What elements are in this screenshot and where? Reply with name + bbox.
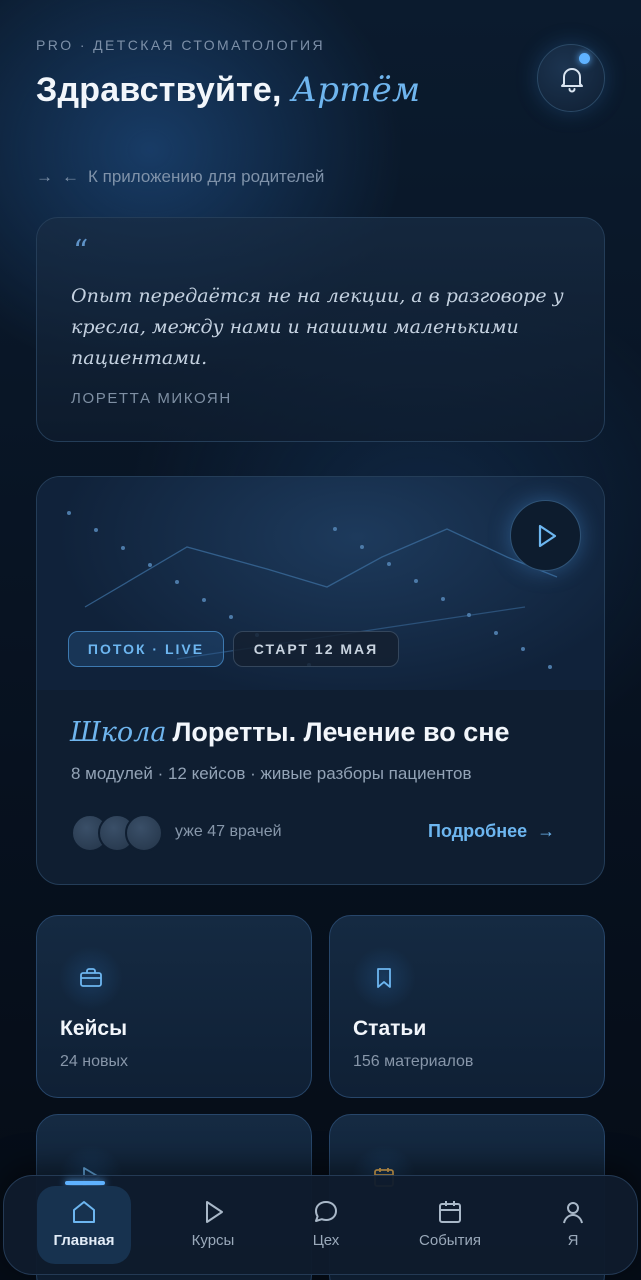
nav-item-workshop[interactable]: Цех — [279, 1186, 373, 1264]
nav-label: События — [419, 1232, 481, 1249]
live-badge: ПОТОК · LIVE — [68, 631, 224, 667]
tile-cases[interactable]: Кейсы 24 новых — [36, 915, 312, 1098]
parent-app-link[interactable]: → ← К приложению для родителей — [36, 167, 324, 187]
nav-item-courses[interactable]: Курсы — [166, 1186, 260, 1264]
header-eyebrow: PRO · ДЕТСКАЯ СТОМАТОЛОГИЯ — [36, 37, 326, 53]
nav-label: Главная — [53, 1232, 115, 1249]
tile-subtitle: 24 новых — [60, 1053, 128, 1070]
briefcase-icon — [80, 968, 102, 987]
calendar-icon — [439, 1201, 461, 1223]
tile-title: Кейсы — [60, 1017, 128, 1040]
avatar — [125, 814, 163, 852]
home-icon — [73, 1201, 95, 1223]
course-play-button[interactable] — [510, 500, 581, 571]
arrow-right-icon: → — [36, 167, 53, 186]
nav-item-events[interactable]: События — [403, 1186, 497, 1264]
nav-item-profile[interactable]: Я — [526, 1186, 620, 1264]
greeting: Здравствуйте, Артём — [36, 70, 420, 110]
bookmark-icon — [377, 968, 391, 988]
nav-label: Цех — [312, 1232, 340, 1249]
tile-icon-wrap — [59, 946, 123, 1010]
course-subtitle: 8 модулей · 12 кейсов · живые разборы па… — [71, 764, 472, 783]
tile-subtitle: 156 материалов — [353, 1053, 474, 1070]
nav-label: Курсы — [191, 1232, 235, 1249]
course-title-rest: Лоретты. Лечение во сне — [172, 717, 510, 747]
course-more-label: Подробнее — [428, 821, 528, 841]
doctors-count: уже 47 врачей — [175, 823, 282, 840]
bottom-nav: Главная Курсы Цех События Я — [3, 1175, 638, 1275]
start-date-badge: СТАРТ 12 МАЯ — [233, 631, 399, 667]
user-name: Артём — [291, 70, 421, 110]
course-more-link[interactable]: Подробнее → — [428, 821, 555, 842]
tile-icon-wrap — [352, 946, 416, 1010]
play-icon — [206, 1201, 223, 1223]
chat-icon — [315, 1201, 337, 1222]
arrow-left-icon: ← — [62, 167, 79, 186]
tile-articles[interactable]: Статьи 156 материалов — [329, 915, 605, 1098]
arrow-right-icon: → — [537, 821, 556, 841]
doctor-avatars — [71, 814, 163, 852]
course-title: Школа Лоретты. Лечение во сне — [70, 717, 510, 748]
quote-mark-icon: “ — [73, 234, 89, 269]
bell-icon — [561, 68, 583, 93]
user-icon — [563, 1202, 583, 1224]
notification-dot — [579, 53, 590, 64]
nav-active-indicator — [65, 1181, 105, 1185]
course-title-accent: Школа — [70, 717, 167, 748]
tile-title: Статьи — [353, 1017, 427, 1040]
parent-app-link-label: К приложению для родителей — [88, 167, 325, 186]
notifications-button[interactable] — [537, 44, 605, 112]
nav-label: Я — [567, 1232, 579, 1249]
course-card[interactable]: ПОТОК · LIVE СТАРТ 12 МАЯ Школа Лоретты. … — [36, 476, 605, 885]
quote-card: “ Опыт передаётся не на лекции, а в разг… — [36, 217, 605, 442]
quote-text: Опыт передаётся не на лекции, а в разгов… — [71, 285, 564, 369]
quote-author: ЛОРЕТТА МИКОЯН — [71, 390, 232, 407]
greeting-text: Здравствуйте, — [36, 71, 282, 109]
nav-item-home[interactable]: Главная — [37, 1186, 131, 1264]
play-icon — [538, 524, 557, 548]
